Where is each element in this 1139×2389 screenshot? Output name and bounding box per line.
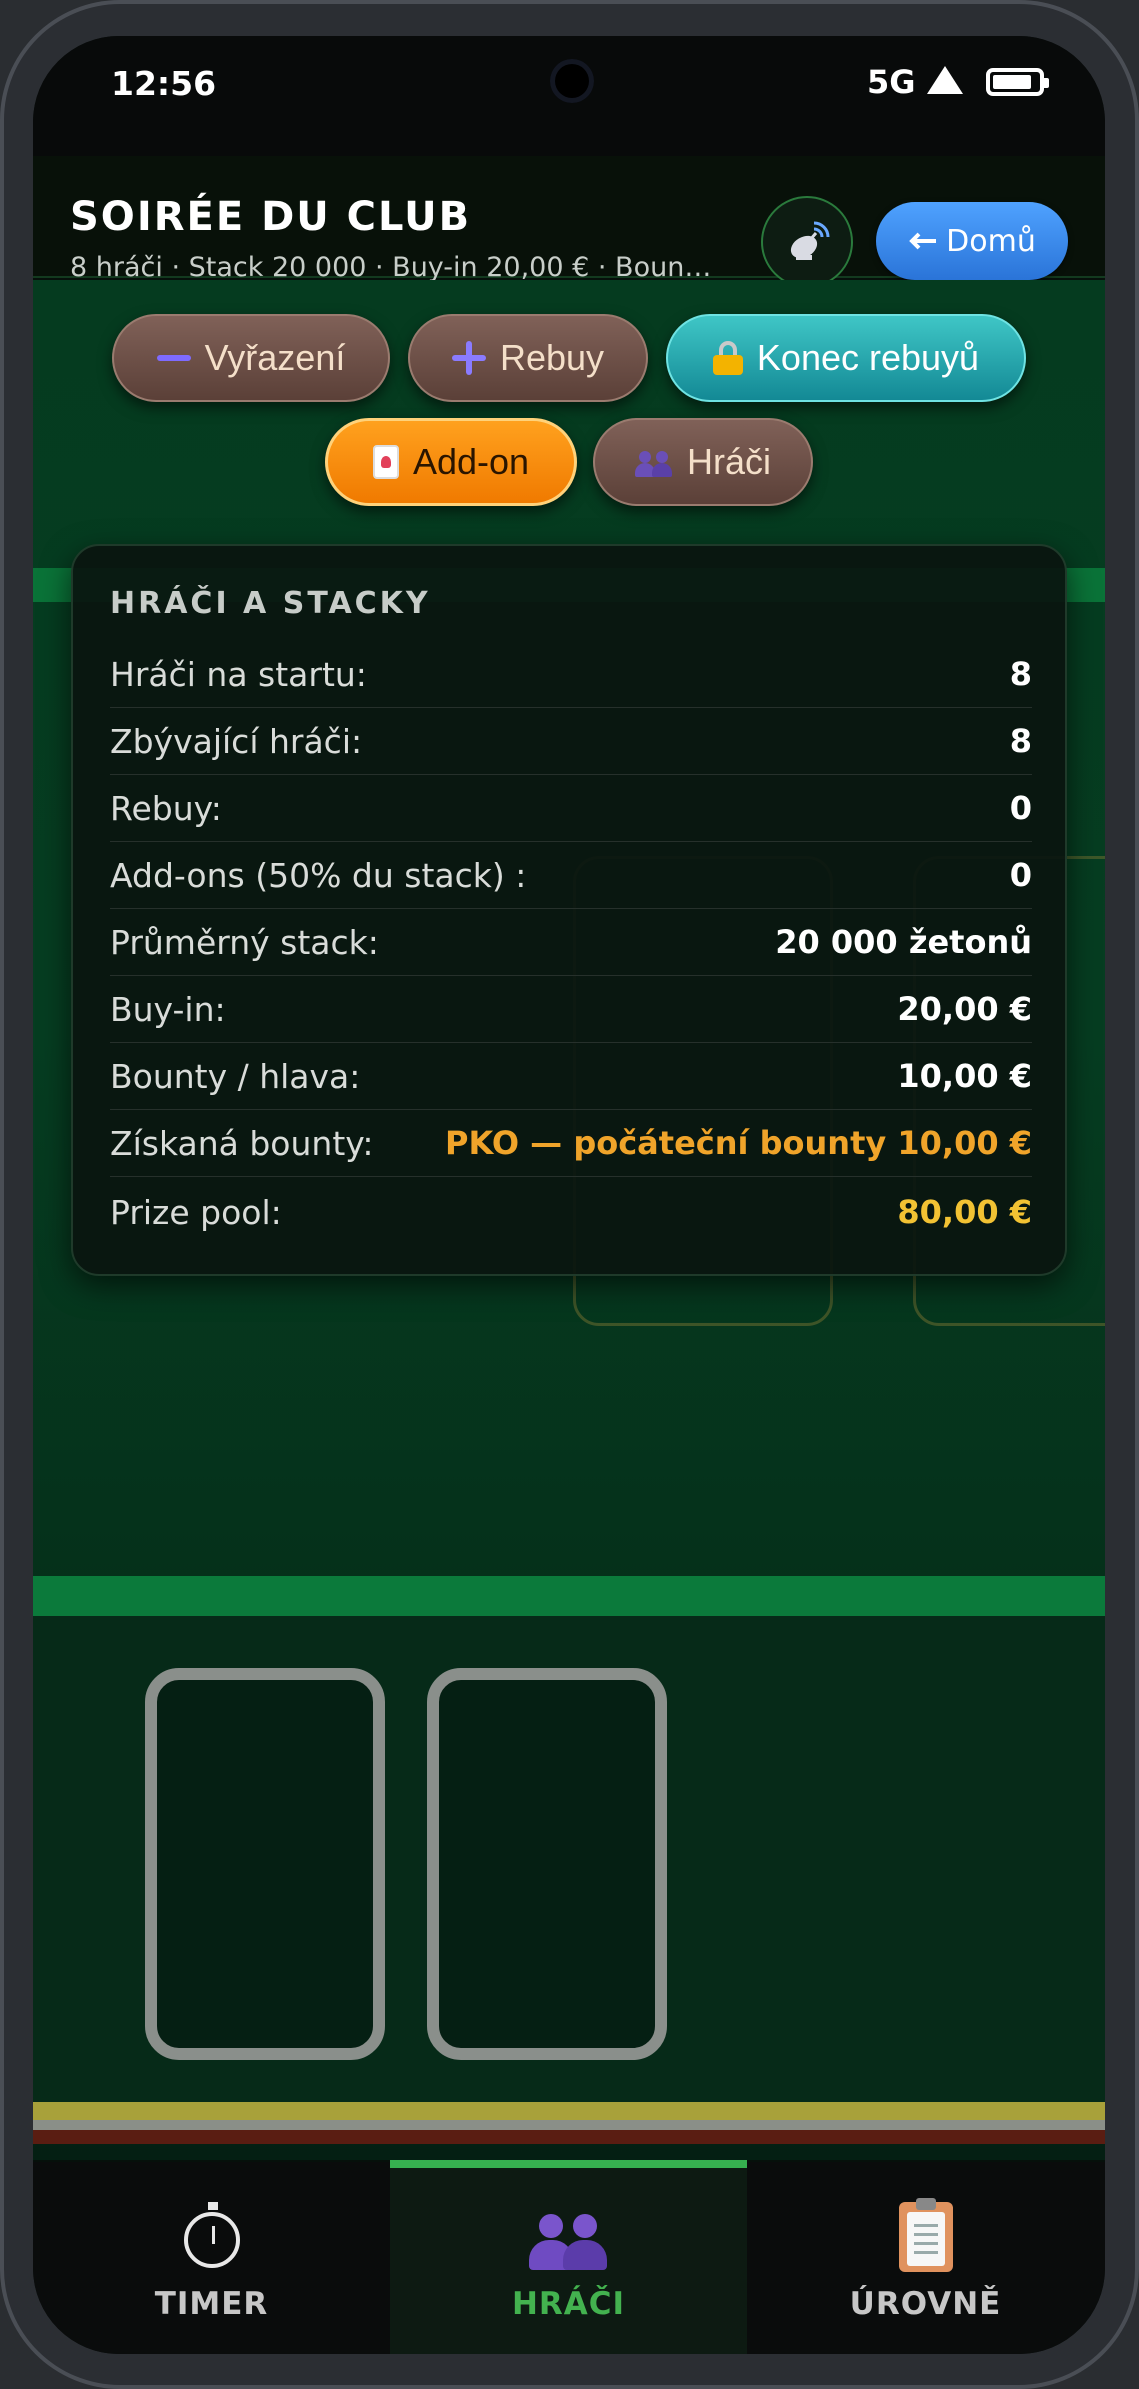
stat-value: 0	[1009, 789, 1032, 827]
arrow-left-icon	[909, 232, 937, 250]
stopwatch-icon	[183, 2202, 240, 2268]
rebuy-button[interactable]: Rebuy	[408, 314, 648, 402]
battery-icon	[986, 68, 1049, 96]
stat-label: Buy-in:	[110, 989, 226, 1029]
card-slot	[145, 1668, 385, 2060]
status-time: 12:56	[111, 64, 217, 103]
end-rebuys-button[interactable]: Konec rebuyů	[666, 314, 1026, 402]
rebuy-button-label: Rebuy	[499, 337, 605, 378]
stat-label: Bounty / hlava:	[110, 1056, 361, 1096]
tab-timer[interactable]: TIMER	[33, 2162, 390, 2354]
stat-value: 20,00 €	[897, 990, 1032, 1028]
stat-row-addons: Add-ons (50% du stack) : 0	[110, 842, 1032, 909]
tournament-summary: 8 hráči · Stack 20 000 · Buy-in 20,00 € …	[70, 252, 720, 283]
stat-row-average-stack: Průměrný stack: 20 000 žetonů	[110, 909, 1032, 976]
stat-label: Získaná bounty:	[110, 1123, 374, 1163]
players-button-label: Hráči	[686, 441, 771, 482]
card-slot	[427, 1668, 667, 2060]
plus-icon	[451, 341, 486, 375]
table-rail	[33, 2120, 1105, 2130]
home-button-label: Domů	[946, 223, 1036, 259]
app-header: SOIRÉE DU CLUB 8 hráči · Stack 20 000 · …	[33, 156, 1105, 288]
stat-label: Rebuy:	[110, 788, 222, 828]
minus-icon	[156, 355, 191, 361]
stat-label: Průměrný stack:	[110, 922, 379, 962]
stat-row-bounty-per-head: Bounty / hlava: 10,00 €	[110, 1043, 1032, 1110]
table-rail	[33, 2130, 1105, 2144]
phone-frame: 12:56 5G SOIRÉE DU CLUB 8 hráči · Stack …	[0, 0, 1139, 2389]
cast-icon	[790, 221, 830, 260]
stat-row-rebuy: Rebuy: 0	[110, 775, 1032, 842]
elimination-button[interactable]: Vyřazení	[112, 314, 390, 402]
stat-value: 8	[1009, 655, 1032, 693]
stat-label: Zbývající hráči:	[110, 721, 363, 761]
stat-value: 0	[1009, 856, 1032, 894]
stat-label: Hráči na startu:	[110, 654, 367, 694]
tab-label: ÚROVNĚ	[849, 2286, 1002, 2322]
stat-value: 8	[1009, 722, 1032, 760]
page-title: SOIRÉE DU CLUB	[70, 194, 472, 240]
front-camera	[550, 59, 594, 103]
card-title: HRÁČI A STACKY	[110, 586, 431, 621]
stat-row-buy-in: Buy-in: 20,00 €	[110, 976, 1032, 1043]
tab-label: HRÁČI	[511, 2286, 626, 2322]
felt-stripe	[33, 1576, 1105, 1616]
playing-card-icon	[372, 445, 399, 479]
lock-icon	[712, 341, 743, 375]
stat-label: Add-ons (50% du stack) :	[110, 855, 527, 895]
tab-levels[interactable]: ÚROVNĚ	[747, 2162, 1104, 2354]
status-bar: 12:56 5G	[33, 36, 1105, 156]
tab-players[interactable]: HRÁČI	[390, 2160, 747, 2354]
home-button[interactable]: Domů	[876, 202, 1068, 280]
players-stats-card: HRÁČI A STACKY Hráči na startu: 8 Zbývaj…	[71, 544, 1067, 1276]
tab-label: TIMER	[154, 2286, 269, 2322]
players-icon	[528, 2202, 609, 2270]
stat-row-start-players: Hráči na startu: 8	[110, 641, 1032, 708]
elimination-button-label: Vyřazení	[204, 337, 346, 378]
signal-icon	[927, 66, 963, 94]
stat-row-collected-bounty: Získaná bounty: PKO — počáteční bounty 1…	[110, 1110, 1032, 1177]
players-icon	[634, 447, 673, 477]
stat-value: PKO — počáteční bounty 10,00 €	[445, 1124, 1032, 1162]
screen: 12:56 5G SOIRÉE DU CLUB 8 hráči · Stack …	[33, 36, 1105, 2354]
stat-row-remaining-players: Zbývající hráči: 8	[110, 708, 1032, 775]
stat-row-prize-pool: Prize pool: 80,00 €	[110, 1177, 1032, 1247]
addon-button[interactable]: Add-on	[325, 418, 577, 506]
stat-value: 10,00 €	[897, 1057, 1032, 1095]
clipboard-icon	[898, 2198, 953, 2272]
end-rebuys-button-label: Konec rebuyů	[756, 337, 980, 378]
table-rail	[33, 2102, 1105, 2120]
players-button[interactable]: Hráči	[593, 418, 813, 506]
cast-button[interactable]	[761, 196, 853, 288]
stat-value: 80,00 €	[897, 1193, 1032, 1231]
network-label: 5G	[867, 63, 916, 101]
addon-button-label: Add-on	[412, 441, 530, 482]
stat-value: 20 000 žetonů	[775, 923, 1032, 961]
bottom-navigation: TIMER HRÁČI ÚROVNĚ	[33, 2160, 1105, 2354]
stat-label: Prize pool:	[110, 1192, 282, 1232]
